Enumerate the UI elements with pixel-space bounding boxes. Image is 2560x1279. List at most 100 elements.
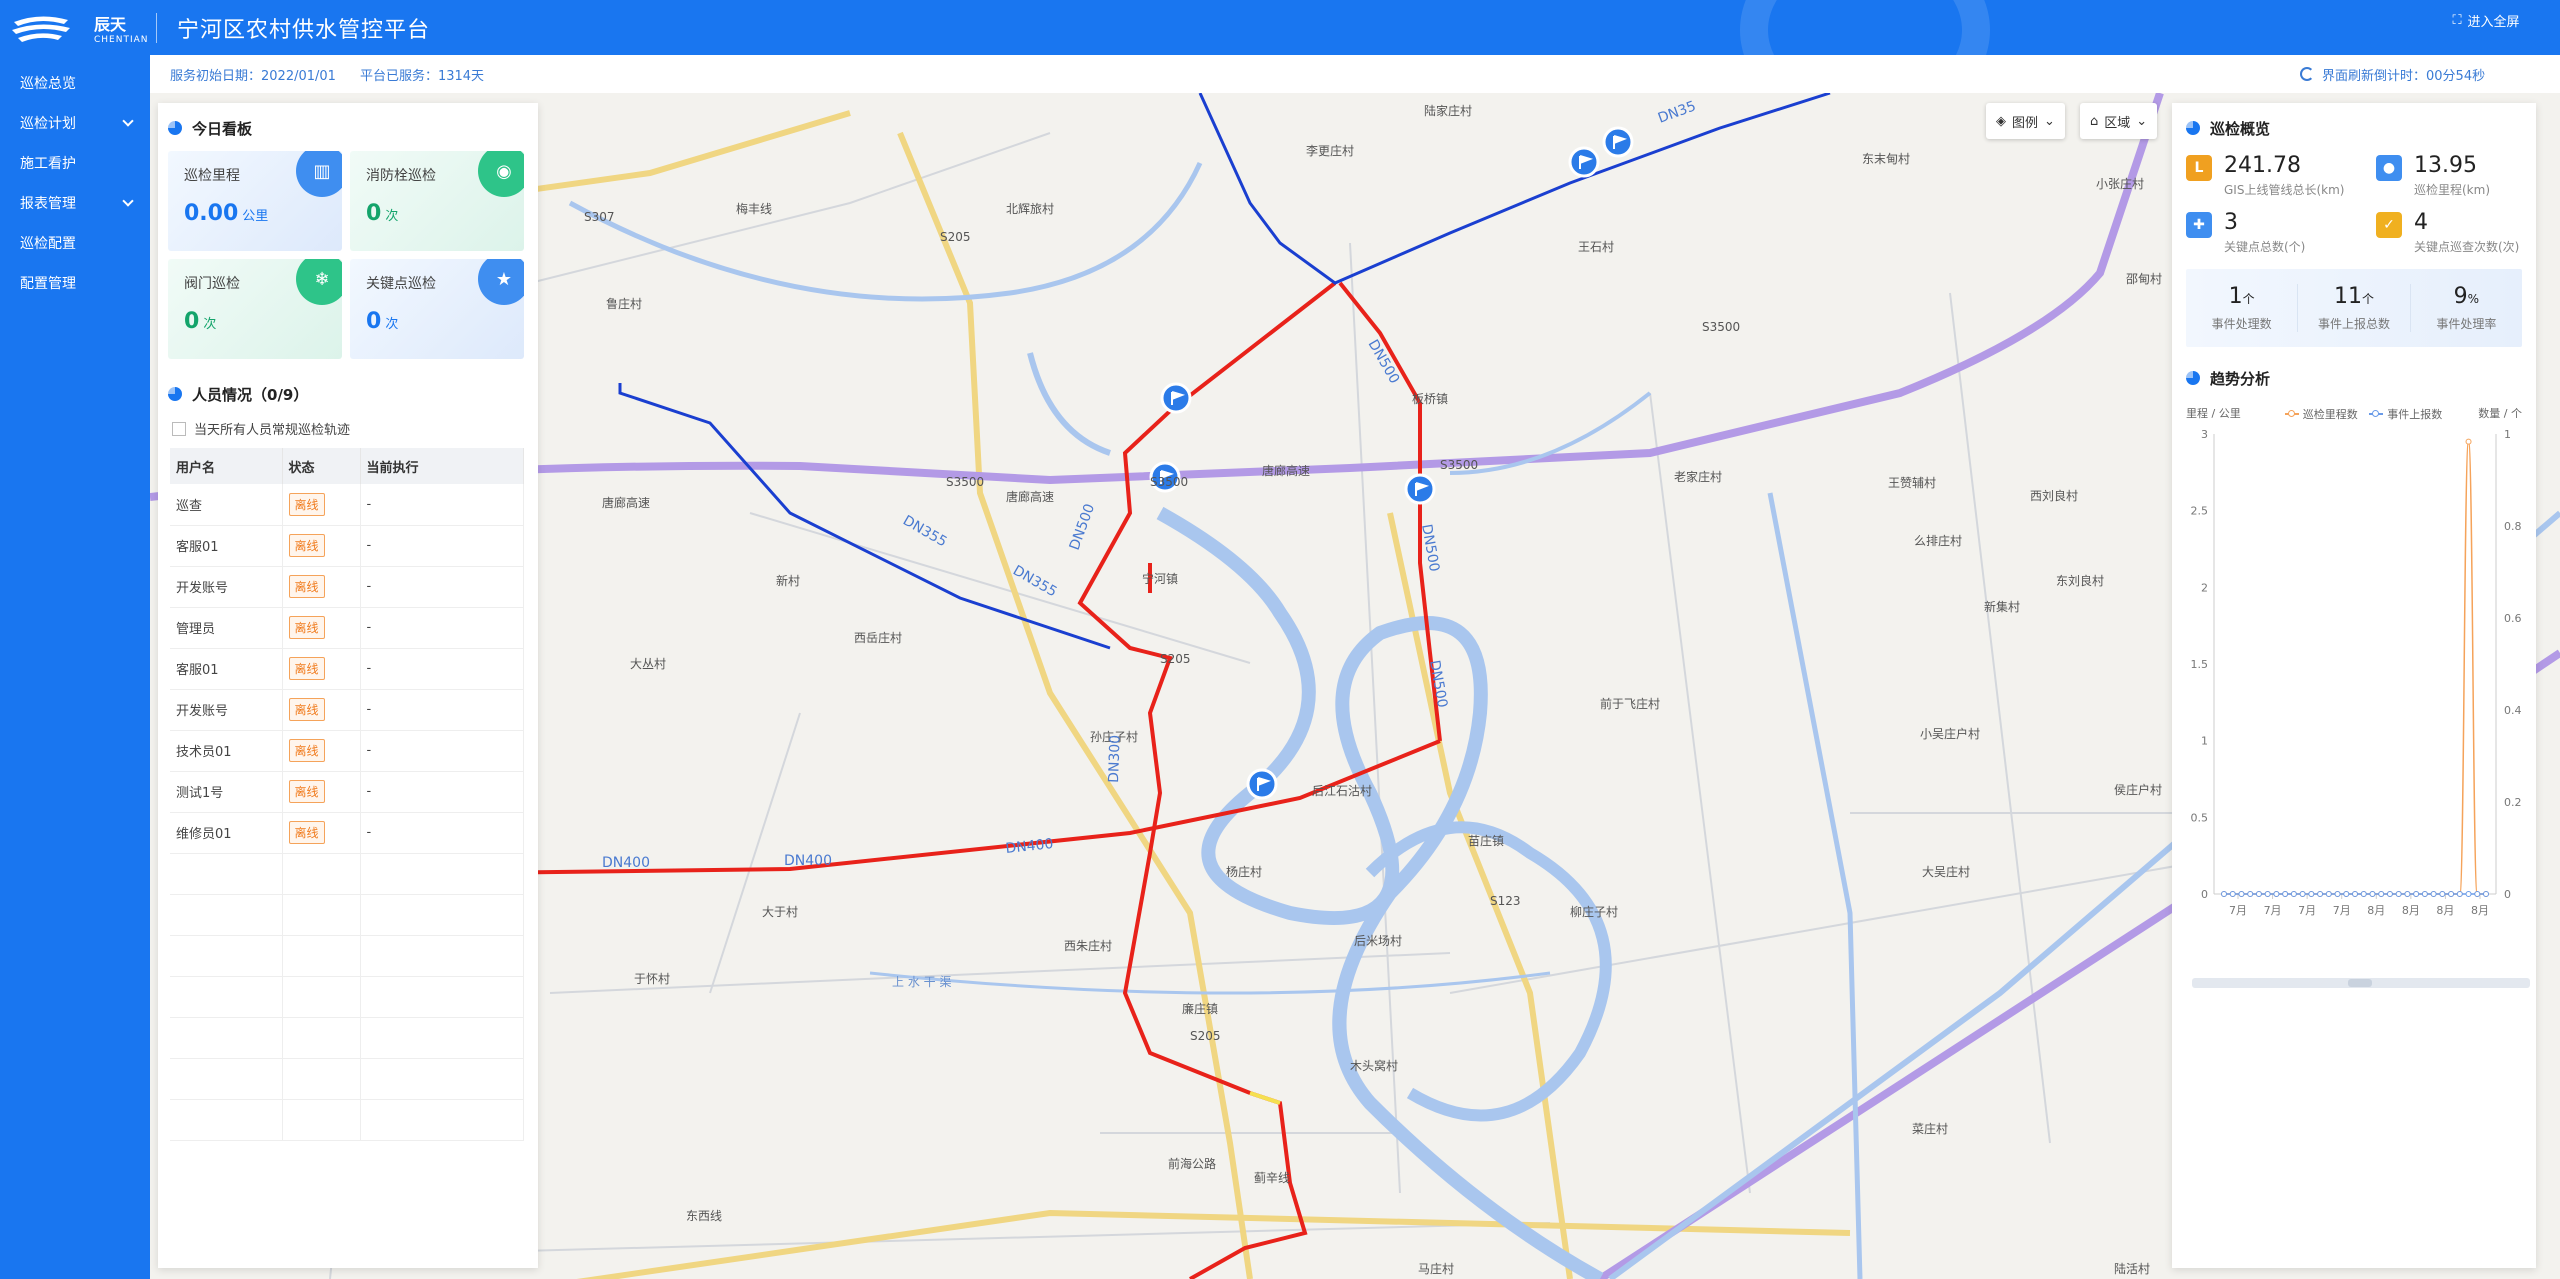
y-right-tick-label: 0.2 <box>2504 796 2522 809</box>
brand-logo[interactable]: 辰天 CHENTIAN <box>0 0 150 55</box>
section-title: 趋势分析 <box>2210 369 2271 388</box>
table-row-empty <box>170 894 524 936</box>
sidebar-item-label: 巡检总览 <box>20 76 76 92</box>
status-cell: 离线 <box>282 812 361 854</box>
legend-item-events[interactable]: 事件上报数 <box>2369 406 2442 422</box>
place-label: 王石村 <box>1578 240 1614 254</box>
card-value: 0次 <box>184 309 217 334</box>
data-point <box>2369 891 2376 897</box>
data-point <box>2448 891 2455 897</box>
valve-icon: ❄ <box>296 259 342 305</box>
card-valve[interactable]: 阀门巡检 0次 ❄ <box>168 259 342 359</box>
table-row[interactable]: 客服01 离线 - <box>170 525 524 567</box>
data-point <box>2282 891 2289 897</box>
road-label: 唐廊高速 <box>602 495 650 510</box>
place-label: 柳庄子村 <box>1570 904 1618 919</box>
sidebar-item-label: 巡检计划 <box>20 116 76 132</box>
table-row-empty <box>170 853 524 895</box>
data-point <box>2352 891 2358 897</box>
road-labels: 唐廊高速 唐廊高速 唐廊高速 S3500 S3500 S3500 S3500 S… <box>584 210 1740 1171</box>
place-label: 西岳庄村 <box>854 630 902 645</box>
table-row[interactable]: 开发账号 离线 - <box>170 689 524 731</box>
sidebar-item-construction[interactable]: 施工看护 <box>0 143 150 183</box>
track-checkbox[interactable] <box>172 421 186 436</box>
legend-item-mileage[interactable]: 巡检里程数 <box>2284 406 2358 422</box>
region-button[interactable]: ⌂ 区域 ⌄ <box>2080 103 2158 139</box>
chart-scrollbar[interactable] <box>2192 978 2530 988</box>
stat-value: 11 <box>2333 284 2362 309</box>
place-label: 鲁庄村 <box>606 296 642 311</box>
track-checkbox-row[interactable]: 当天所有人员常规巡检轨迹 <box>172 419 528 438</box>
y-right-tick-label: 1 <box>2504 428 2511 441</box>
logo-cn-text: 辰天 <box>94 14 127 34</box>
status-cell: 离线 <box>282 607 361 649</box>
user-cell: 开发账号 <box>170 689 283 731</box>
stat-unit: 个 <box>2361 292 2374 306</box>
task-cell: - <box>360 566 524 608</box>
overview-value: 13.95 <box>2414 153 2477 178</box>
fullscreen-button[interactable]: ⛶ 进入全屏 <box>2434 8 2538 32</box>
stat-value: 1 <box>2228 284 2243 309</box>
data-point <box>2386 891 2393 897</box>
card-keypoint[interactable]: 关键点巡检 0次 ★ <box>350 259 524 359</box>
info-bar: 服务初始日期：2022/01/01 平台已服务：1314天 界面刷新倒计时：00… <box>150 55 2560 93</box>
road-label: S205 <box>1190 1029 1221 1043</box>
layers-icon: ◈ <box>1996 113 2006 129</box>
overview-label: 关键点巡查次数(次) <box>2414 240 2520 254</box>
sidebar-item-reports[interactable]: 报表管理 <box>0 183 150 223</box>
table-row[interactable]: 技术员01 离线 - <box>170 730 524 772</box>
place-label: 么排庄村 <box>1914 533 1962 548</box>
chart-legend[interactable]: 巡检里程数 事件上报数 <box>2277 405 2442 422</box>
stat-value: 9 <box>2453 284 2468 309</box>
table-row[interactable]: 管理员 离线 - <box>170 607 524 649</box>
data-point <box>2343 891 2350 897</box>
y-left-tick-label: 0.5 <box>2191 811 2209 824</box>
place-label: 于怀村 <box>634 972 670 986</box>
user-cell: 技术员01 <box>170 730 283 772</box>
table-row[interactable]: 开发账号 离线 - <box>170 566 524 608</box>
table-row[interactable]: 巡查 离线 - <box>170 484 524 526</box>
task-cell: - <box>360 812 524 854</box>
place-label: 新村 <box>776 573 800 588</box>
right-panel: 巡检概览 L 241.78 GIS上线管线总长(km) ● 13.95 巡检里程(k… <box>2172 103 2536 1268</box>
sidebar-item-plan[interactable]: 巡检计划 <box>0 103 150 143</box>
section-title: 人员情况（0/9） <box>192 385 309 404</box>
x-tick-label: 8月 <box>2367 904 2385 917</box>
place-label: 菜庄村 <box>1912 1121 1948 1136</box>
legend-button[interactable]: ◈ 图例 ⌄ <box>1986 103 2065 139</box>
stat-handled: 1个 事件处理数 <box>2186 284 2299 332</box>
place-label: 陆活村 <box>2114 1261 2150 1276</box>
data-point <box>2395 891 2402 897</box>
refresh-icon[interactable] <box>2300 67 2314 81</box>
place-label: 前于飞庄村 <box>1600 696 1660 711</box>
pipe-label: DN400 <box>602 855 650 871</box>
status-cell: 离线 <box>282 689 361 731</box>
sidebar-item-label: 配置管理 <box>20 276 76 292</box>
place-label: 木头窝村 <box>1350 1058 1398 1073</box>
trend-chart[interactable]: 0 0.5 1 1.5 2 2.5 3 0 0.2 0.4 0.6 0.8 1 7月 7月 7月 7月 8月 8月 8… <box>2186 424 2522 944</box>
user-cell: 开发账号 <box>170 566 283 608</box>
scrollbar-thumb[interactable] <box>2348 979 2372 987</box>
table-header-row: 用户名 状态 当前执行 <box>170 448 524 484</box>
place-label: 东末甸村 <box>1862 152 1910 166</box>
table-row[interactable]: 测试1号 离线 - <box>170 771 524 813</box>
status-cell: 离线 <box>282 484 361 526</box>
place-label: 陆家庄村 <box>1424 103 1472 118</box>
card-value: 0.00 公里 <box>184 201 269 226</box>
data-point <box>2430 891 2437 897</box>
sidebar-item-config[interactable]: 配置管理 <box>0 263 150 303</box>
table-row[interactable]: 维修员01 离线 - <box>170 812 524 854</box>
place-label: 后米场村 <box>1354 934 1402 948</box>
sidebar-item-overview[interactable]: 巡检总览 <box>0 63 150 103</box>
card-hydrant[interactable]: 消防栓巡检 0次 ◉ <box>350 151 524 251</box>
place-label: 西朱庄村 <box>1064 938 1112 953</box>
place-label: 小张庄村 <box>2096 176 2144 191</box>
card-mileage[interactable]: 巡检里程 0.00 公里 ▥ <box>168 151 342 251</box>
stat-unit: 个 <box>2242 292 2255 306</box>
road-label: S205 <box>1160 652 1191 666</box>
sidebar-item-inspection-config[interactable]: 巡检配置 <box>0 223 150 263</box>
place-label: 板桥镇 <box>1412 392 1448 406</box>
user-cell: 巡查 <box>170 484 283 526</box>
table-row[interactable]: 客服01 离线 - <box>170 648 524 690</box>
fullscreen-label: 进入全屏 <box>2467 14 2520 30</box>
